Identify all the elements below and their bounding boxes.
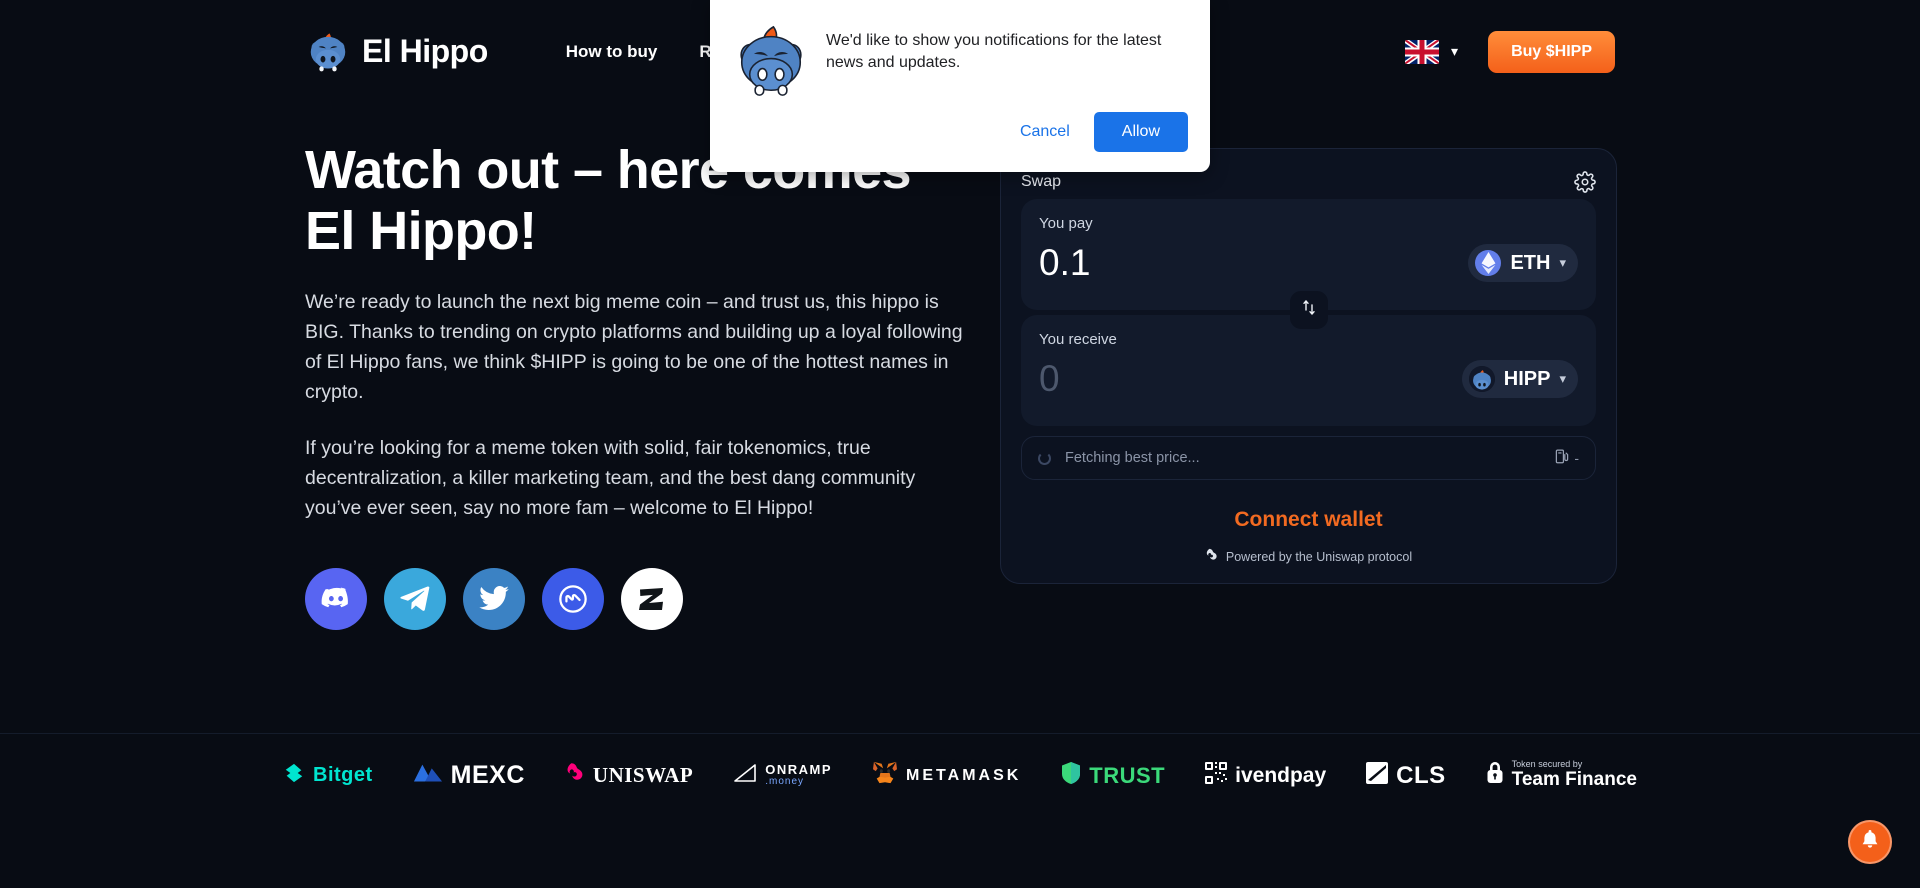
receive-label: You receive [1039,331,1117,348]
partner-subname: .money [765,776,805,788]
zealy-icon [638,586,666,612]
partner-name: Team Finance [1511,769,1637,790]
cls-logo-icon [1366,762,1389,789]
price-status-bar: Fetching best price... - [1021,436,1596,480]
onramp-logo-icon [733,763,757,788]
partner-name: TRUST [1089,762,1166,788]
chevron-down-icon: ▾ [1559,371,1566,386]
language-selector[interactable]: ▾ [1405,39,1459,64]
nav-item-how-to-buy[interactable]: How to buy [566,42,658,62]
telegram-icon [400,586,430,612]
partner-logo-onramp[interactable]: ONRAMP .money [733,763,832,788]
gas-estimate: - [1555,449,1579,467]
header-right: ▾ Buy $HIPP [1405,30,1615,73]
pay-token-selector[interactable]: ETH ▾ [1468,244,1578,282]
partner-logo-cls[interactable]: CLS [1366,762,1446,790]
hipp-token-icon [1468,366,1495,392]
social-links [305,567,965,630]
uniswap-unicorn-icon [1205,548,1219,565]
buy-hipp-button[interactable]: Buy $HIPP [1488,30,1615,73]
price-status-text: Fetching best price... [1065,450,1200,466]
partner-name: UNISWAP [592,763,694,787]
partner-logo-bitget[interactable]: Bitget [283,762,373,789]
partner-logo-uniswap[interactable]: UNISWAP [565,762,693,789]
social-link-discord[interactable] [305,567,367,630]
ivendpay-qr-icon [1205,762,1228,789]
hippo-avatar-icon [732,22,810,100]
receive-amount-input[interactable] [1039,358,1339,400]
swap-vertical-arrows-icon [1301,299,1317,321]
partner-name: ONRAMP [765,762,833,778]
hippo-logo-icon [305,29,351,75]
lock-icon [1486,761,1504,790]
bitget-logo-icon [283,762,305,789]
chevron-down-icon: ▾ [1559,255,1566,270]
cancel-button[interactable]: Cancel [1006,113,1084,151]
swap-receive-panel: You receive 0 HIPP ▾ [1021,315,1596,426]
partner-name: MEXC [450,761,525,789]
coinmarketcap-icon [558,584,588,614]
partner-logos-strip: Bitget MEXC UNISWAP ONRAMP .money METAMA… [0,733,1920,817]
pay-label: You pay [1039,215,1093,232]
twitter-icon [479,586,509,611]
metamask-fox-icon [872,761,898,790]
social-link-telegram[interactable] [384,567,446,630]
hero-paragraph-2: If you’re looking for a meme token with … [305,437,916,519]
receive-token-symbol: HIPP [1503,367,1551,390]
pay-amount-input[interactable] [1039,242,1339,284]
uniswap-logo-icon [565,762,585,789]
partner-logo-metamask[interactable]: METAMASK [872,761,1021,790]
gas-pump-icon [1555,449,1569,467]
mexc-logo-icon [413,762,443,789]
permission-dialog-actions: Cancel Allow [710,112,1210,172]
swap-title: Swap [1021,173,1062,190]
permission-dialog-body: We'd like to show you notifications for … [710,0,1210,100]
gear-icon[interactable] [1574,171,1596,193]
hero-paragraph-1: We’re ready to launch the next big meme … [305,291,963,403]
social-link-coinmarketcap[interactable] [542,567,604,630]
partner-name: Bitget [313,764,373,786]
partner-logo-trust[interactable]: TRUST [1061,761,1165,790]
chevron-down-icon: ▾ [1451,43,1459,59]
page-root: El Hippo How to buy Roadmap ▾ Buy $HIPP … [0,0,1920,888]
allow-button[interactable]: Allow [1093,112,1188,152]
hero-section: Watch out – here comes El Hippo! We’re r… [305,140,965,630]
trust-wallet-icon [1061,761,1081,790]
swap-widget: Swap You pay 0.1 ETH ▾ You receive 0 HIP… [1000,148,1617,584]
uk-flag-icon [1405,39,1440,64]
permission-message: We'd like to show you notifications for … [826,32,1162,72]
partner-logo-ivendpay[interactable]: ivendpay [1205,762,1326,789]
receive-token-selector[interactable]: HIPP ▾ [1461,360,1578,398]
partner-name: CLS [1396,761,1446,789]
powered-by-text: Powered by the Uniswap protocol [1225,549,1413,564]
partner-logo-team-finance[interactable]: Token secured by Team Finance [1486,759,1637,791]
partner-name: ivendpay [1235,763,1327,787]
swap-pay-panel: You pay ETH ▾ [1021,199,1596,329]
social-link-zealy[interactable] [621,567,683,630]
logo-text: El Hippo [362,33,488,69]
pay-token-symbol: ETH [1510,251,1551,274]
connect-wallet-button[interactable]: Connect wallet [1021,492,1596,548]
notification-permission-dialog: We'd like to show you notifications for … [710,0,1210,172]
bell-icon [1860,829,1880,855]
loading-spinner-icon [1038,451,1051,465]
swap-direction-button[interactable] [1289,291,1328,329]
powered-by-uniswap: Powered by the Uniswap protocol [1021,548,1596,569]
hero-title-line-2: El Hippo! [305,201,537,262]
discord-icon [321,587,351,610]
partner-logo-mexc[interactable]: MEXC [413,761,525,790]
social-link-twitter[interactable] [463,567,525,630]
ethereum-icon [1475,250,1502,276]
partner-name: METAMASK [906,766,1022,784]
gas-value: - [1574,450,1579,466]
site-logo[interactable]: El Hippo [305,29,488,75]
notification-bell-button[interactable] [1848,820,1892,864]
